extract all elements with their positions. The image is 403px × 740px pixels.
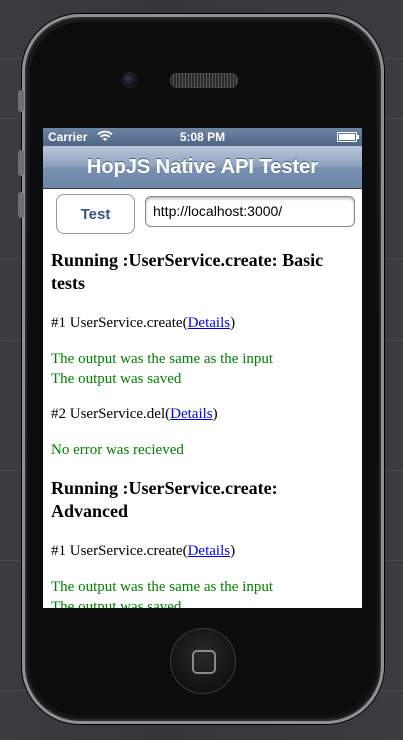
mute-switch xyxy=(18,90,24,112)
volume-down-button xyxy=(18,192,24,218)
front-camera-icon xyxy=(122,72,138,88)
volume-up-button xyxy=(18,150,24,176)
success-message: The output was saved xyxy=(51,599,182,608)
test-button[interactable]: Test xyxy=(56,194,135,234)
success-message: The output was the same as the input xyxy=(51,579,274,595)
details-link[interactable]: Details xyxy=(188,543,231,559)
test-line: #1 UserService.create(Details) xyxy=(51,541,351,561)
test-name: #1 UserService.create( xyxy=(51,315,188,331)
results-log: Running :UserService.create: Basic tests… xyxy=(51,240,351,608)
test-name: #2 UserService.del( xyxy=(51,406,171,422)
success-message: The output was the same as the input xyxy=(51,351,274,367)
section-heading: Running :UserService.create: Basic tests xyxy=(51,250,324,293)
section-heading: Running :UserService.create: Advanced xyxy=(51,478,278,521)
url-input[interactable]: http://localhost:3000/ xyxy=(145,196,355,227)
details-link[interactable]: Details xyxy=(170,406,213,422)
phone-screen: Carrier 5:08 PM HopJS Native API Tester … xyxy=(43,128,362,608)
status-bar: Carrier 5:08 PM xyxy=(43,128,362,146)
navigation-bar-title: HopJS Native API Tester xyxy=(43,146,362,189)
test-line: #2 UserService.del(Details) xyxy=(51,404,351,424)
home-square-icon xyxy=(192,650,216,674)
battery-icon xyxy=(337,132,359,142)
success-message: No error was recieved xyxy=(51,442,184,458)
test-name-close: ) xyxy=(230,543,236,559)
test-name: #1 UserService.create( xyxy=(51,543,188,559)
home-button-icon[interactable] xyxy=(170,628,236,694)
details-link[interactable]: Details xyxy=(188,315,231,331)
toolbar: Test http://localhost:3000/ xyxy=(43,189,362,241)
test-line: #1 UserService.create(Details) xyxy=(51,313,351,333)
clock: 5:08 PM xyxy=(179,130,226,144)
test-name-close: ) xyxy=(230,315,236,331)
earpiece-speaker-icon xyxy=(170,73,238,88)
success-message: The output was saved xyxy=(51,371,182,387)
test-name-close: ) xyxy=(212,406,218,422)
